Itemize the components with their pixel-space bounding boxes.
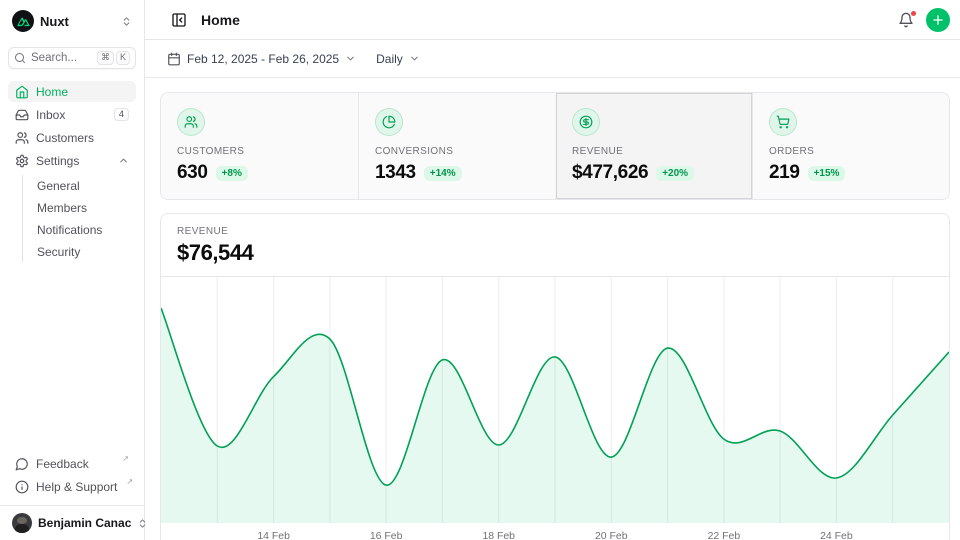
x-axis-tick-label: 22 Feb (708, 531, 741, 540)
cart-icon (769, 108, 797, 136)
stat-delta-badge: +8% (216, 166, 248, 181)
user-name: Benjamin Canac (38, 516, 131, 530)
stat-card-customers[interactable]: CUSTOMERS 630 +8% (161, 93, 358, 199)
sidebar-item-inbox[interactable]: Inbox 4 (8, 104, 136, 125)
inbox-icon (15, 108, 29, 122)
sidebar-item-settings[interactable]: Settings (8, 150, 136, 171)
granularity-value: Daily (376, 52, 403, 66)
stat-delta-badge: +15% (808, 166, 846, 181)
filters-toolbar: Feb 12, 2025 - Feb 26, 2025 Daily (145, 40, 960, 78)
external-link-icon: ↗ (126, 476, 133, 489)
chat-bubble-icon (15, 457, 29, 471)
stat-card-revenue[interactable]: REVENUE $477,626 +20% (555, 93, 752, 199)
stat-value: 1343 (375, 162, 416, 184)
kbd-k: K (116, 51, 130, 65)
stat-delta-badge: +14% (424, 166, 462, 181)
plus-icon (931, 13, 945, 27)
stat-card-conversions[interactable]: CONVERSIONS 1343 +14% (358, 93, 555, 199)
search-shortcut: ⌘ K (97, 51, 130, 65)
granularity-button[interactable]: Daily (376, 52, 420, 66)
gear-icon (15, 154, 29, 168)
search-input[interactable]: Search... ⌘ K (8, 47, 136, 69)
date-range-button[interactable]: Feb 12, 2025 - Feb 26, 2025 (167, 52, 356, 66)
sidebar-item-customers[interactable]: Customers (8, 127, 136, 148)
sidebar: Nuxt Search... ⌘ K Home (0, 0, 145, 540)
calendar-icon (167, 52, 181, 66)
stat-value: 219 (769, 162, 800, 184)
notification-dot (910, 10, 917, 17)
stat-value: 630 (177, 162, 208, 184)
chevrons-up-down-icon (121, 16, 132, 27)
date-range-value: Feb 12, 2025 - Feb 26, 2025 (187, 52, 339, 66)
external-link-icon: ↗ (122, 453, 129, 466)
avatar (12, 513, 32, 533)
workspace-name: Nuxt (40, 14, 115, 29)
notifications-button[interactable] (894, 8, 918, 32)
users-icon (177, 108, 205, 136)
stat-card-orders[interactable]: ORDERS 219 +15% (752, 93, 949, 199)
dollar-coin-icon (572, 108, 600, 136)
page-header: Home (145, 0, 960, 40)
x-axis-tick-label: 16 Feb (370, 531, 403, 540)
main-panel: Home Feb 12, 2025 - Feb 26, 2025 (145, 0, 960, 540)
chart-current-value: $76,544 (177, 240, 933, 266)
feedback-link[interactable]: Feedback ↗ (8, 453, 136, 474)
search-placeholder: Search... (31, 52, 92, 64)
stat-value: $477,626 (572, 162, 648, 184)
add-button[interactable] (926, 8, 950, 32)
search-icon (14, 52, 26, 64)
nuxt-logo-icon (12, 10, 34, 32)
stat-label: CONVERSIONS (375, 146, 539, 157)
sidebar-item-members[interactable]: Members (31, 197, 136, 218)
chevron-down-icon (409, 53, 420, 64)
info-icon (15, 480, 29, 494)
dashboard-app: Nuxt Search... ⌘ K Home (0, 0, 960, 540)
sidebar-item-general[interactable]: General (31, 175, 136, 196)
x-axis-tick-label: 24 Feb (820, 531, 853, 540)
chevron-down-icon (345, 53, 356, 64)
inbox-count-badge: 4 (114, 108, 129, 121)
home-icon (15, 85, 29, 99)
sidebar-nav: Home Inbox 4 Customers Settings (8, 81, 136, 262)
revenue-area-chart[interactable]: 14 Feb 16 Feb 18 Feb 20 Feb 22 Feb 24 Feb (161, 277, 949, 540)
stat-label: ORDERS (769, 146, 933, 157)
stat-label: CUSTOMERS (177, 146, 342, 157)
user-menu-button[interactable]: Benjamin Canac (8, 511, 136, 535)
collapse-sidebar-button[interactable] (167, 8, 191, 32)
sidebar-user-section: Benjamin Canac (0, 505, 144, 540)
chart-title: REVENUE (177, 226, 933, 237)
workspace-selector[interactable]: Nuxt (8, 8, 136, 34)
stat-label: REVENUE (572, 146, 736, 157)
kbd-meta: ⌘ (97, 51, 114, 65)
pie-chart-icon (375, 108, 403, 136)
stats-row: CUSTOMERS 630 +8% CONVERSIONS 1343 +14% (160, 92, 950, 200)
sidebar-item-home[interactable]: Home (8, 81, 136, 102)
x-axis-tick-label: 18 Feb (482, 531, 515, 540)
x-axis-tick-label: 14 Feb (257, 531, 290, 540)
sidebar-item-notifications[interactable]: Notifications (31, 219, 136, 240)
settings-subnav: General Members Notifications Security (22, 175, 136, 262)
chevron-up-icon (118, 155, 129, 166)
revenue-chart-card: REVENUE $76,544 14 Feb 16 Feb 18 Feb 20 Feb… (160, 213, 950, 540)
users-icon (15, 131, 29, 145)
chart-header: REVENUE $76,544 (161, 214, 949, 277)
page-title: Home (201, 12, 894, 28)
panel-left-close-icon (171, 12, 187, 28)
x-axis-tick-label: 20 Feb (595, 531, 628, 540)
stat-delta-badge: +20% (656, 166, 694, 181)
dashboard-content: CUSTOMERS 630 +8% CONVERSIONS 1343 +14% (145, 78, 960, 540)
sidebar-item-security[interactable]: Security (31, 241, 136, 262)
help-support-link[interactable]: Help & Support ↗ (8, 476, 136, 497)
sidebar-footer-links: Feedback ↗ Help & Support ↗ (8, 453, 136, 505)
